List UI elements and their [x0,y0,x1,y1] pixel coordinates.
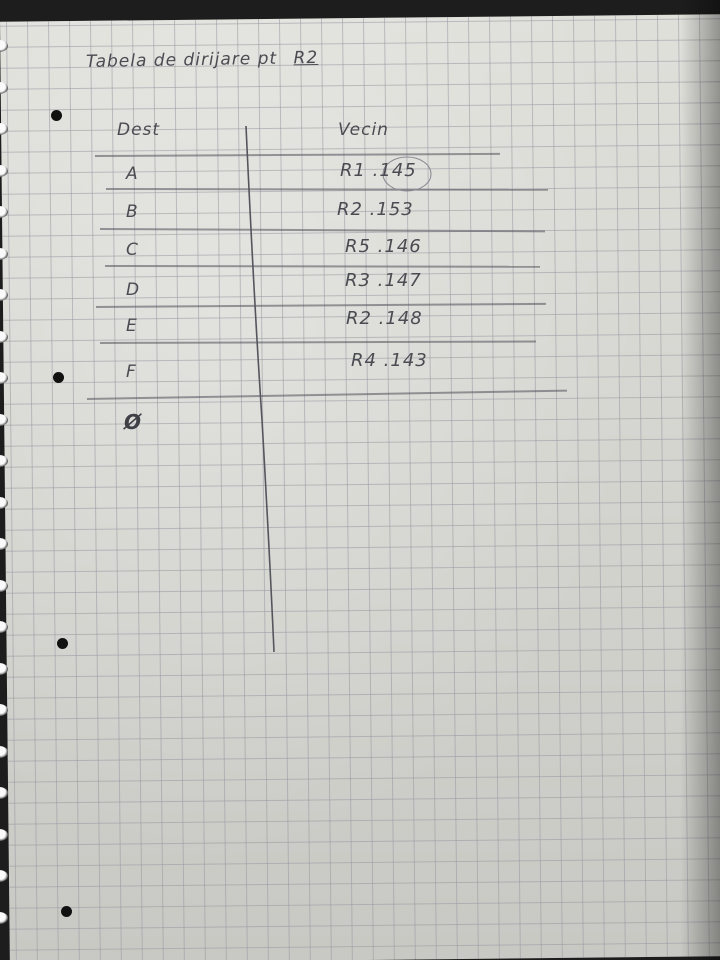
row-f-vecin: R4 .143 [351,350,428,371]
row-c-vecin: R5 .146 [345,236,422,257]
row-d-vecin: R3 .147 [345,270,422,291]
row-d-dest: D [126,280,141,300]
row-e-vecin: R2 .148 [346,308,423,329]
row-b-vecin: R2 .153 [337,199,414,220]
row-f-dest: F [126,362,137,382]
row-b-dest: B [126,202,139,222]
row-a-dest: A [126,164,139,184]
photo: Tabela de dirijare pt R2 Dest Vecin A B … [0,0,720,960]
column-divider [245,125,432,653]
row-e-dest: E [126,316,138,336]
row-c-dest: C [126,240,139,260]
row-a-vecin: R1 .145 [340,160,417,181]
scribble-mark: Ø [124,410,143,434]
